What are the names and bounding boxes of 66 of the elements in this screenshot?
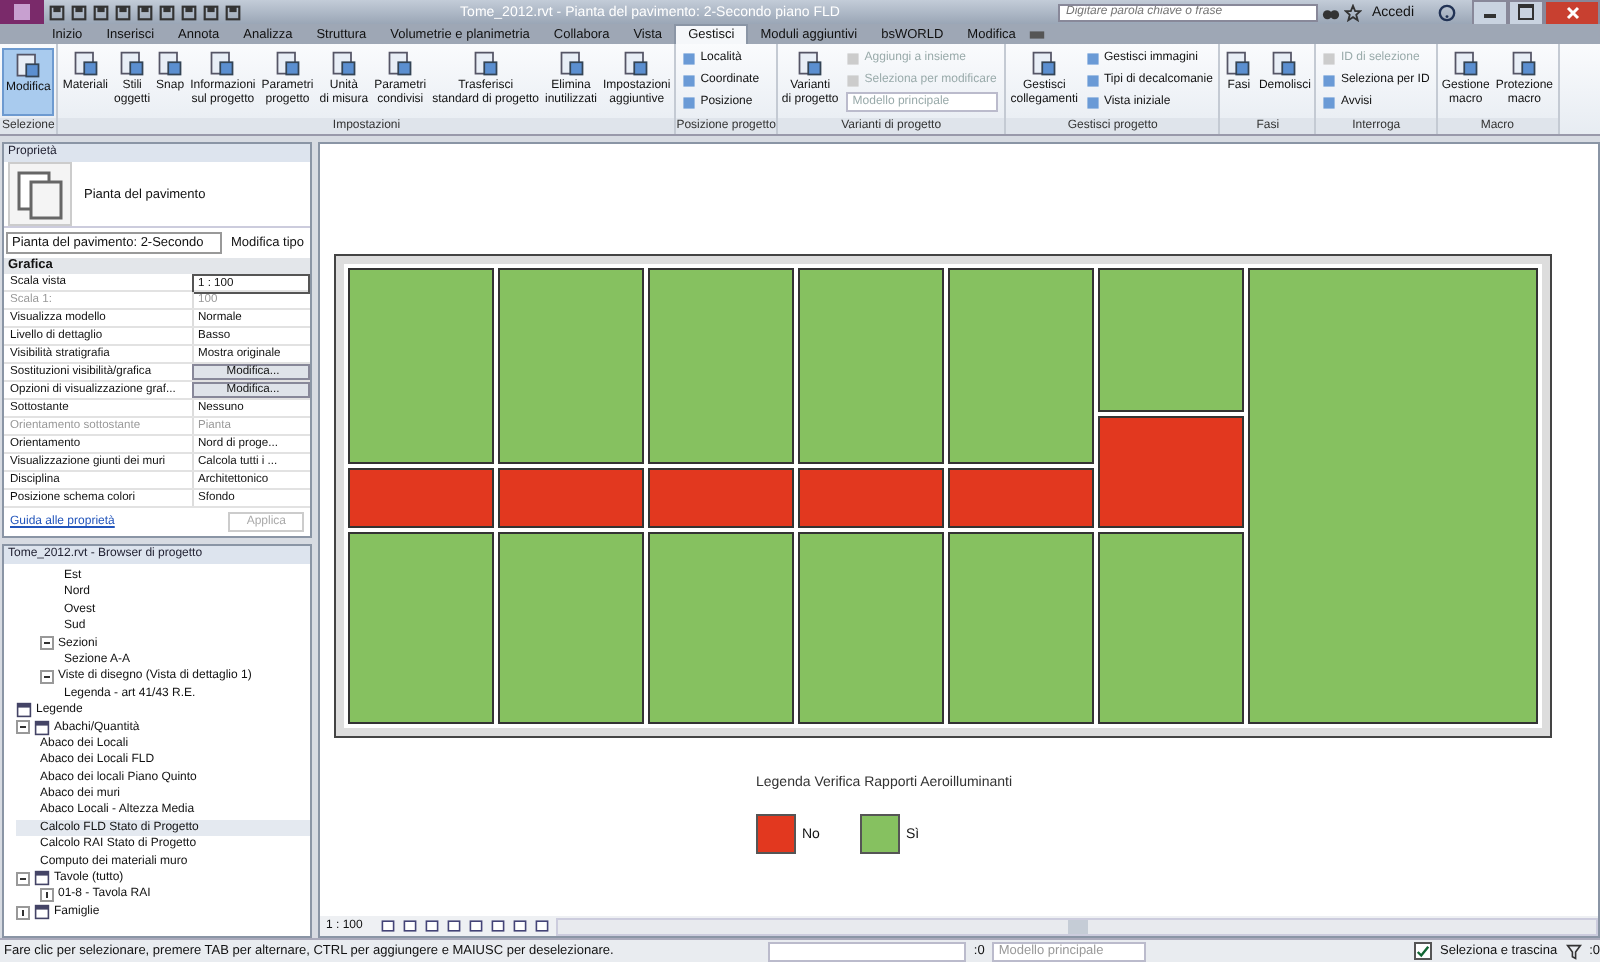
- help-icon[interactable]: [1438, 3, 1456, 21]
- room[interactable]: [948, 532, 1094, 724]
- close-button[interactable]: [1544, 0, 1600, 25]
- tool-icon: [118, 50, 147, 78]
- room[interactable]: [348, 468, 494, 528]
- room[interactable]: [648, 532, 794, 724]
- room[interactable]: [498, 468, 644, 528]
- star-icon[interactable]: [1343, 3, 1362, 21]
- drag-checkbox[interactable]: [1414, 942, 1433, 960]
- tool-icon: [1270, 50, 1299, 78]
- workset-field[interactable]: [768, 941, 966, 961]
- toolbar-icon[interactable]: [48, 3, 66, 21]
- toolbar-icon[interactable]: [92, 3, 110, 21]
- toolbar-icon[interactable]: [180, 3, 198, 21]
- room[interactable]: [648, 268, 794, 464]
- tool-icon: [14, 52, 43, 80]
- toolbar-icon[interactable]: [158, 3, 176, 21]
- room[interactable]: [1098, 268, 1244, 412]
- room[interactable]: [498, 268, 644, 464]
- room[interactable]: [348, 268, 494, 464]
- close-icon: [1565, 5, 1579, 19]
- tool-icon: [1030, 50, 1059, 78]
- tool-icon: [622, 50, 651, 78]
- toolbar-icon[interactable]: [136, 3, 154, 21]
- toolbar-icon[interactable]: [224, 3, 242, 21]
- filter-icon[interactable]: [1565, 943, 1582, 959]
- tool-icon: [273, 50, 302, 78]
- room[interactable]: [1098, 416, 1244, 528]
- room[interactable]: [1098, 532, 1244, 724]
- app-menu-button[interactable]: [0, 0, 44, 24]
- toolbar-icon[interactable]: [70, 3, 88, 21]
- maximize-button[interactable]: [1508, 0, 1544, 25]
- tool-icon: [557, 50, 585, 78]
- floor-plan-icon: [8, 162, 72, 226]
- room[interactable]: [648, 468, 794, 528]
- tool-icon: [471, 50, 500, 78]
- tool-icon: [208, 50, 237, 78]
- tool-icon: [386, 50, 415, 78]
- folder-icon: [34, 904, 50, 920]
- folder-icon: [34, 870, 50, 887]
- horizontal-scrollbar[interactable]: [556, 917, 1598, 935]
- expander-icon[interactable]: [40, 636, 54, 651]
- room[interactable]: [798, 468, 944, 528]
- expander-icon[interactable]: [16, 871, 30, 886]
- room[interactable]: [1248, 268, 1538, 724]
- panel-toggle-icon[interactable]: [1027, 26, 1046, 44]
- tool-icon: [1451, 50, 1480, 78]
- tool-icon: [156, 50, 185, 78]
- tool-icon: [796, 50, 825, 78]
- expander-icon[interactable]: [40, 888, 54, 903]
- expander-icon[interactable]: [40, 670, 54, 685]
- room[interactable]: [948, 268, 1094, 464]
- minimize-button[interactable]: [1472, 0, 1508, 25]
- tool-icon: [1224, 50, 1253, 78]
- tool-icon: [329, 50, 358, 78]
- room[interactable]: [798, 268, 944, 464]
- toolbar-icon[interactable]: [114, 3, 132, 21]
- toolbar-icon[interactable]: [202, 3, 220, 21]
- room[interactable]: [948, 468, 1094, 528]
- expander-icon[interactable]: [16, 905, 30, 919]
- room[interactable]: [798, 532, 944, 724]
- tool-icon: [1510, 50, 1539, 78]
- room[interactable]: [348, 532, 494, 724]
- expander-icon[interactable]: [16, 720, 30, 735]
- room[interactable]: [498, 532, 644, 724]
- tool-icon: [71, 50, 100, 78]
